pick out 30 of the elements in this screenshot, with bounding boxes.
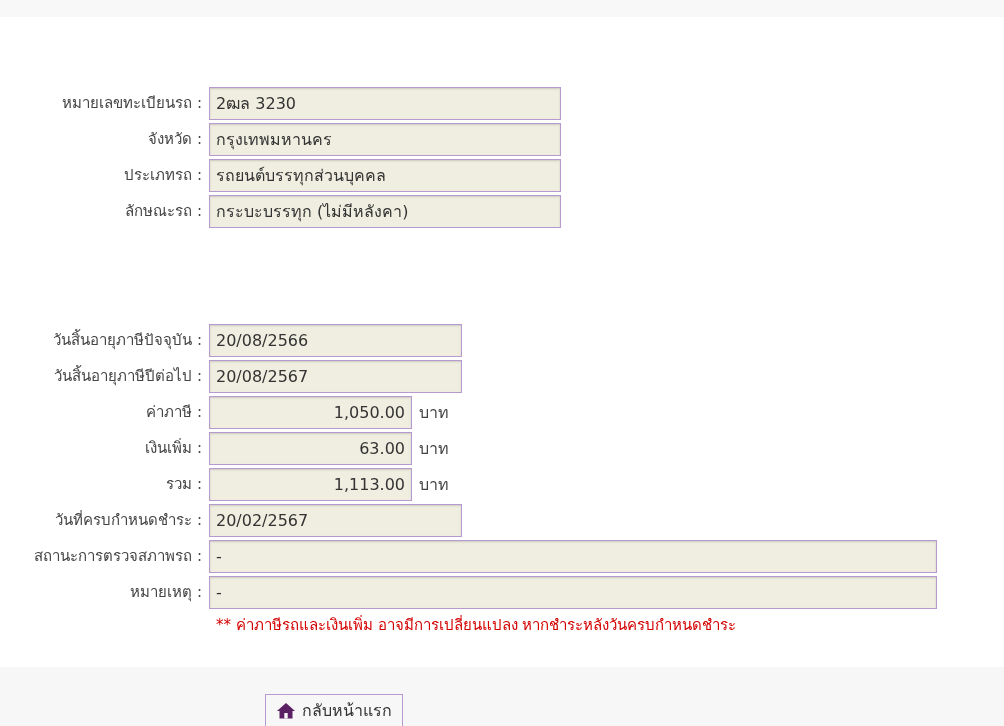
home-button[interactable]: กลับหน้าแรก	[265, 694, 403, 726]
field-label: หมายเลขทะเบียนรถ :	[61, 93, 203, 115]
field-label: วันที่ครบกำหนดชำระ :	[54, 509, 203, 532]
field-label: เงินเพิ่ม :	[144, 437, 203, 460]
unit-label: บาท	[419, 473, 449, 496]
warning-note: ** ค่าภาษีรถและเงินเพิ่ม อาจมีการเปลี่ยนแปลง หากชำระหลังวันครบกำหนดชำระ	[216, 616, 737, 634]
input-field[interactable]: 1,113.00	[209, 468, 412, 501]
input-field[interactable]: -	[209, 540, 937, 573]
field-label: จังหวัด :	[147, 129, 203, 151]
input-field[interactable]: 20/08/2566	[209, 324, 462, 357]
input-field[interactable]: 2ฒล 3230	[209, 87, 561, 120]
field-label: วันสิ้นอายุภาษีปีต่อไป :	[53, 365, 203, 388]
home-icon	[276, 702, 296, 719]
field-label: รวม :	[165, 474, 203, 496]
input-field[interactable]: รถยนต์บรรทุกส่วนบุคคล	[209, 159, 561, 192]
input-field[interactable]: กระบะบรรทุก (ไม่มีหลังคา)	[209, 195, 561, 228]
input-field[interactable]: 63.00	[209, 432, 412, 465]
input-field[interactable]: -	[209, 576, 937, 609]
field-label: ลักษณะรถ :	[124, 201, 203, 223]
input-field[interactable]: 20/02/2567	[209, 504, 462, 537]
unit-label: บาท	[419, 437, 449, 460]
unit-label: บาท	[419, 401, 449, 424]
field-label: วันสิ้นอายุภาษีปัจจุบัน :	[52, 329, 203, 352]
input-field[interactable]: 20/08/2567	[209, 360, 462, 393]
field-label: ค่าภาษี :	[145, 402, 203, 424]
input-field[interactable]: กรุงเทพมหานคร	[209, 123, 561, 156]
field-label: สถานะการตรวจสภาพรถ :	[33, 546, 203, 568]
field-label: หมายเหตุ :	[129, 582, 203, 604]
input-field[interactable]: 1,050.00	[209, 396, 412, 429]
field-label: ประเภทรถ :	[123, 165, 203, 187]
